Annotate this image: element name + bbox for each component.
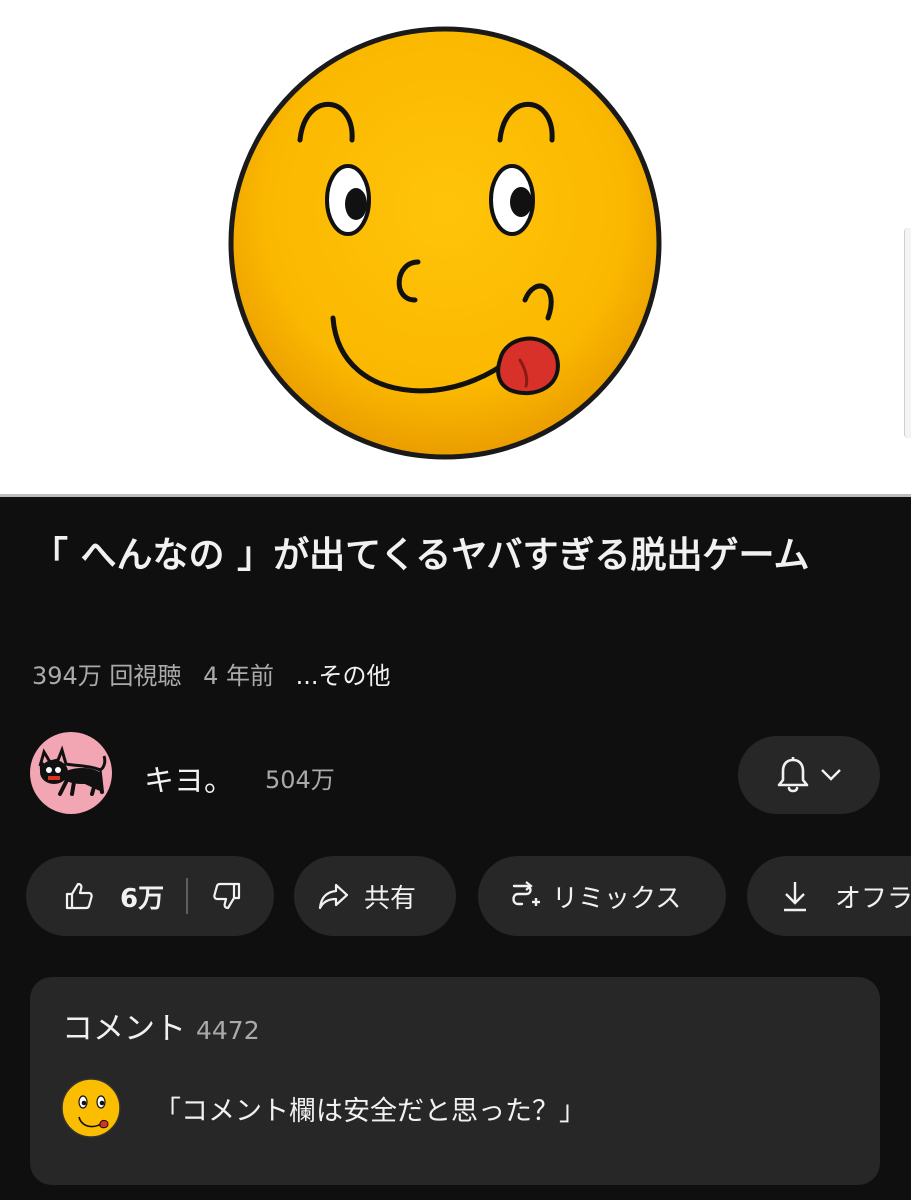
like-dislike-group: 6万 xyxy=(26,856,274,936)
thumbs-down-icon xyxy=(213,882,241,910)
like-button[interactable] xyxy=(64,881,94,911)
remix-button[interactable]: リミックス xyxy=(478,856,726,936)
tongue-out-face-icon xyxy=(228,26,662,460)
black-cat-icon xyxy=(38,745,107,796)
chevron-down-icon xyxy=(820,768,842,782)
thumbnail-scroll-edge xyxy=(904,228,911,438)
offline-button[interactable]: オフラ xyxy=(747,856,911,936)
comments-section[interactable]: コメント 4472 「コメント欄は安全だと思った？」 xyxy=(30,977,880,1185)
notification-button[interactable] xyxy=(738,736,880,814)
video-meta[interactable]: 394万 回視聴 4 年前 ...その他 xyxy=(32,656,391,691)
comments-header: コメント 4472 xyxy=(62,1003,260,1048)
share-icon xyxy=(318,882,350,910)
upload-age: 4 年前 xyxy=(203,662,274,690)
download-icon xyxy=(781,880,809,912)
tongue-out-face-icon xyxy=(61,1078,121,1138)
commenter-avatar[interactable] xyxy=(60,1077,122,1139)
more-link[interactable]: ...その他 xyxy=(296,662,391,690)
like-count: 6万 xyxy=(120,883,165,914)
remix-icon xyxy=(506,878,542,914)
video-title[interactable]: 「 へんなの 」が出てくるヤバすぎる脱出ゲーム xyxy=(32,530,882,582)
like-divider xyxy=(186,878,189,914)
top-comment-text: 「コメント欄は安全だと思った？」 xyxy=(154,1096,586,1127)
view-count: 394万 回視聴 xyxy=(32,662,182,690)
share-label: 共有 xyxy=(364,883,417,914)
video-thumbnail[interactable] xyxy=(0,0,911,494)
comments-title: コメント xyxy=(62,1011,186,1047)
channel-name[interactable]: キヨ。 xyxy=(144,756,234,800)
channel-avatar[interactable] xyxy=(30,732,112,814)
offline-label: オフラ xyxy=(835,883,911,914)
thumbs-up-icon xyxy=(65,882,93,910)
dislike-button[interactable] xyxy=(212,881,242,911)
share-button[interactable]: 共有 xyxy=(294,856,456,936)
progress-divider xyxy=(0,494,911,497)
comments-count: 4472 xyxy=(196,1016,260,1045)
remix-label: リミックス xyxy=(552,883,682,914)
subscriber-count: 504万 xyxy=(265,766,335,794)
bell-icon xyxy=(776,756,810,794)
